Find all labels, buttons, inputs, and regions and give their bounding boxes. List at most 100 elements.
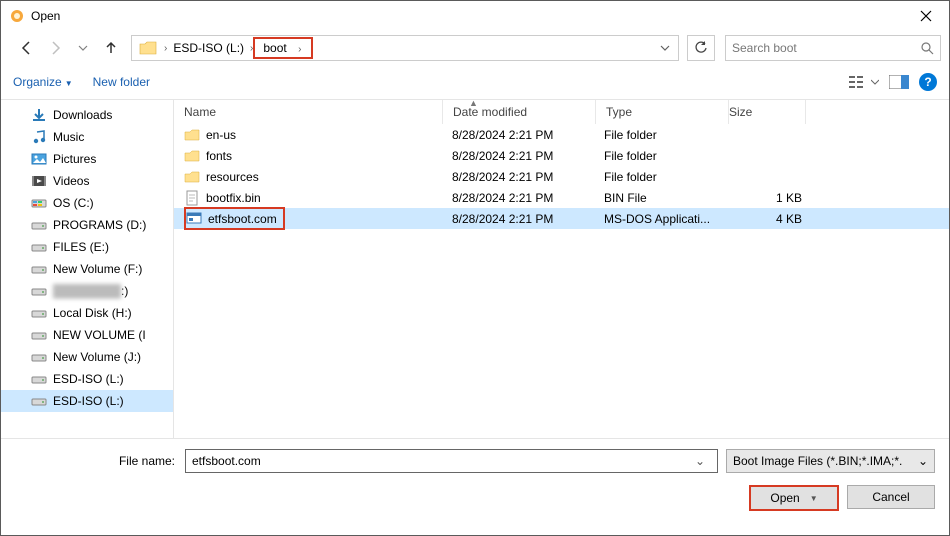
file-row[interactable]: bootfix.bin 8/28/2024 2:21 PMBIN File1 KB xyxy=(174,187,949,208)
breadcrumb-seg-drive[interactable]: ESD-ISO (L:) xyxy=(169,37,248,59)
tree-item[interactable]: OS (C:) xyxy=(1,192,173,214)
chevron-down-icon: ⌄ xyxy=(918,454,928,468)
file-name: resources xyxy=(206,170,259,184)
preview-pane-button[interactable] xyxy=(889,75,909,89)
new-folder-button[interactable]: New folder xyxy=(93,75,150,89)
breadcrumb-seg-boot[interactable]: boot › xyxy=(253,37,313,59)
dialog-footer: File name: etfsboot.com ⌄ Boot Image Fil… xyxy=(1,438,949,535)
tree-item[interactable]: PROGRAMS (D:) xyxy=(1,214,173,236)
tree-item-label: Music xyxy=(53,130,84,144)
window-title: Open xyxy=(31,9,60,23)
help-button[interactable]: ? xyxy=(919,73,937,91)
address-dropdown[interactable] xyxy=(654,43,676,53)
tree-item-label: New Volume (J:) xyxy=(53,350,141,364)
search-input[interactable]: Search boot xyxy=(725,35,941,61)
column-type[interactable]: Type xyxy=(596,100,729,124)
cell-name: fonts xyxy=(174,148,442,164)
cell-type: File folder xyxy=(594,149,726,163)
refresh-button[interactable] xyxy=(687,35,715,61)
cell-type: File folder xyxy=(594,170,726,184)
toolbar: Organize▼ New folder ? xyxy=(1,65,949,100)
cell-type: BIN File xyxy=(594,191,726,205)
tree-item-label: PROGRAMS (D:) xyxy=(53,218,146,232)
navigation-tree[interactable]: Downloads Music Pictures Videos OS (C:) PROGR… xyxy=(1,100,174,438)
chevron-right-icon: › xyxy=(296,44,303,55)
file-row[interactable]: en-us 8/28/2024 2:21 PMFile folder xyxy=(174,124,949,145)
column-date[interactable]: Date modified xyxy=(443,100,596,124)
breadcrumb-label: boot xyxy=(263,41,286,55)
tree-item-label: Downloads xyxy=(53,108,112,122)
tree-item-label: Videos xyxy=(53,174,89,188)
file-name: etfsboot.com xyxy=(208,212,277,226)
split-arrow-icon: ▼ xyxy=(810,494,818,503)
cell-date: 8/28/2024 2:21 PM xyxy=(442,212,594,226)
tree-item[interactable]: Downloads xyxy=(1,104,173,126)
cell-name: etfsboot.com xyxy=(174,207,442,230)
file-name: en-us xyxy=(206,128,236,142)
cell-date: 8/28/2024 2:21 PM xyxy=(442,149,594,163)
search-placeholder: Search boot xyxy=(732,41,921,55)
organize-menu[interactable]: Organize▼ xyxy=(13,75,73,89)
tree-item[interactable]: Local Disk (H:) xyxy=(1,302,173,324)
view-options-button[interactable] xyxy=(849,75,879,89)
tree-item[interactable]: ESD-ISO (L:) xyxy=(1,390,173,412)
cell-type: File folder xyxy=(594,128,726,142)
tree-item-label: ESD-ISO (L:) xyxy=(53,394,124,408)
cell-type: MS-DOS Applicati... xyxy=(594,212,726,226)
forward-button[interactable] xyxy=(43,36,67,60)
back-button[interactable] xyxy=(15,36,39,60)
cell-date: 8/28/2024 2:21 PM xyxy=(442,191,594,205)
cell-date: 8/28/2024 2:21 PM xyxy=(442,128,594,142)
file-list: ▲ Name Date modified Type Size en-us 8/28… xyxy=(174,100,949,438)
tree-item-label: New Volume (F:) xyxy=(53,262,142,276)
tree-item-label: NEW VOLUME (I xyxy=(53,328,146,342)
filetype-label: Boot Image Files (*.BIN;*.IMA;*. xyxy=(733,454,902,468)
open-button-label: Open xyxy=(770,491,799,505)
tree-item[interactable]: Music xyxy=(1,126,173,148)
search-icon xyxy=(921,42,934,55)
column-headers[interactable]: ▲ Name Date modified Type Size xyxy=(174,100,949,124)
file-name: bootfix.bin xyxy=(206,191,261,205)
tree-item[interactable]: Pictures xyxy=(1,148,173,170)
filename-label: File name: xyxy=(15,454,177,468)
app-icon xyxy=(9,8,25,24)
filename-dropdown[interactable]: ⌄ xyxy=(689,454,711,468)
file-row[interactable]: fonts 8/28/2024 2:21 PMFile folder xyxy=(174,145,949,166)
filetype-select[interactable]: Boot Image Files (*.BIN;*.IMA;*. ⌄ xyxy=(726,449,935,473)
tree-item-label: Pictures xyxy=(53,152,96,166)
cell-name: en-us xyxy=(174,127,442,143)
up-button[interactable] xyxy=(99,36,123,60)
sort-indicator-icon: ▲ xyxy=(469,100,478,108)
chevron-right-icon[interactable]: › xyxy=(162,43,169,54)
tree-item-label: ████████:) xyxy=(53,284,128,298)
drive-icon xyxy=(134,37,162,59)
cell-size: 1 KB xyxy=(726,191,812,205)
open-dialog-window: Open › ESD-ISO (L:) › boot › Search b xyxy=(0,0,950,536)
file-name: fonts xyxy=(206,149,232,163)
column-size[interactable]: Size xyxy=(729,100,806,124)
column-name[interactable]: Name xyxy=(174,100,443,124)
tree-item[interactable]: NEW VOLUME (I xyxy=(1,324,173,346)
tree-item-label: FILES (E:) xyxy=(53,240,109,254)
file-row[interactable]: etfsboot.com 8/28/2024 2:21 PMMS-DOS Appl… xyxy=(174,208,949,229)
cell-name: bootfix.bin xyxy=(174,190,442,206)
recent-dropdown[interactable] xyxy=(71,36,95,60)
tree-item[interactable]: Videos xyxy=(1,170,173,192)
titlebar: Open xyxy=(1,1,949,31)
filename-value: etfsboot.com xyxy=(192,454,689,468)
cell-name: resources xyxy=(174,169,442,185)
open-button[interactable]: Open ▼ xyxy=(749,485,839,511)
tree-item[interactable]: New Volume (F:) xyxy=(1,258,173,280)
tree-item[interactable]: ESD-ISO (L:) xyxy=(1,368,173,390)
file-row[interactable]: resources 8/28/2024 2:21 PMFile folder xyxy=(174,166,949,187)
cancel-button[interactable]: Cancel xyxy=(847,485,935,509)
close-button[interactable] xyxy=(903,1,949,31)
file-rows: en-us8/28/2024 2:21 PMFile folderfonts8/… xyxy=(174,124,949,438)
address-bar[interactable]: › ESD-ISO (L:) › boot › xyxy=(131,35,679,61)
cell-size: 4 KB xyxy=(726,212,812,226)
filename-input[interactable]: etfsboot.com ⌄ xyxy=(185,449,718,473)
tree-item[interactable]: ████████:) xyxy=(1,280,173,302)
cell-date: 8/28/2024 2:21 PM xyxy=(442,170,594,184)
tree-item[interactable]: FILES (E:) xyxy=(1,236,173,258)
tree-item[interactable]: New Volume (J:) xyxy=(1,346,173,368)
